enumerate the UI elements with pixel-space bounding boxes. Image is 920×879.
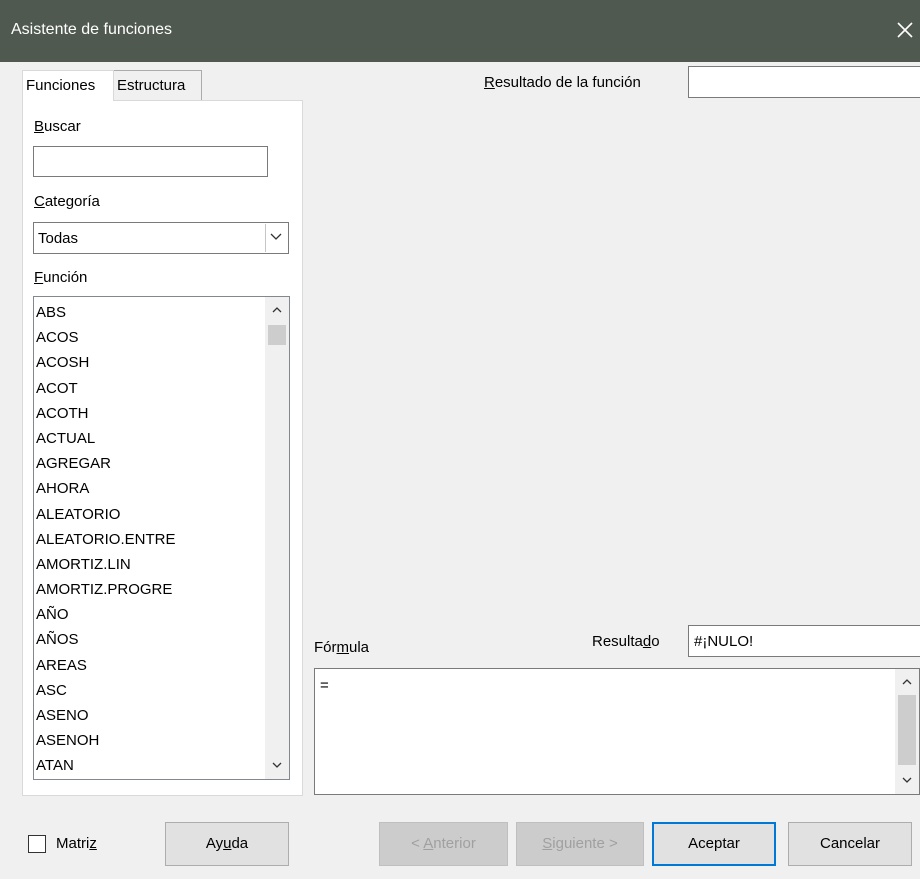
function-list-item[interactable]: ALEATORIO.ENTRE [36, 527, 175, 552]
tab-estructura[interactable]: Estructura [113, 70, 202, 100]
matrix-checkbox[interactable] [28, 835, 46, 853]
function-list-item[interactable]: AÑOS [36, 627, 175, 652]
scroll-up-button[interactable] [265, 300, 289, 320]
function-result-label: Resultado de la función [484, 74, 641, 91]
chevron-down-icon [902, 777, 912, 783]
cancel-button[interactable]: Cancelar [788, 822, 912, 866]
function-list-item[interactable]: ASC [36, 678, 175, 703]
ok-button[interactable]: Aceptar [652, 822, 776, 866]
function-list-item[interactable]: ATAN [36, 753, 175, 778]
function-list-item[interactable]: AHORA [36, 476, 175, 501]
window-title: Asistente de funciones [11, 21, 172, 38]
function-list-item[interactable]: AÑO [36, 602, 175, 627]
formula-scrollbar[interactable] [895, 669, 919, 794]
function-list-item[interactable]: ASENO [36, 703, 175, 728]
chevron-up-icon [272, 307, 282, 313]
help-button[interactable]: Ayuda [165, 822, 289, 866]
formula-text: = [320, 677, 329, 694]
function-list-scrollbar[interactable] [265, 297, 289, 779]
tab-label: Estructura [117, 77, 186, 94]
tab-label: Funciones [26, 77, 96, 94]
function-list-item[interactable]: ASENOH [36, 728, 175, 753]
result-label: Resultado [592, 633, 660, 650]
formula-label: Fórmula [314, 639, 370, 656]
function-list-item[interactable]: AMORTIZ.LIN [36, 552, 175, 577]
function-list-item[interactable]: AREAS [36, 653, 175, 678]
function-list: ABS ACOS ACOSH ACOT ACOTH ACTUAL AGREGAR AHORA A… [36, 300, 175, 779]
category-label: Categoría [34, 193, 100, 210]
scroll-thumb[interactable] [268, 325, 286, 345]
chevron-up-icon [902, 679, 912, 685]
function-label: Función [34, 269, 88, 286]
back-button[interactable]: < Anterior [379, 822, 508, 866]
scroll-up-button[interactable] [895, 672, 919, 692]
function-list-item[interactable]: ACOSH [36, 350, 175, 375]
tab-funciones[interactable]: Funciones [22, 70, 114, 101]
function-result-field[interactable] [688, 66, 920, 98]
title-bar: Asistente de funciones [0, 0, 920, 62]
function-list-item[interactable]: AGREGAR [36, 451, 175, 476]
function-list-item[interactable]: ACTUAL [36, 426, 175, 451]
function-list-item[interactable]: AMORTIZ.PROGRE [36, 577, 175, 602]
chevron-down-icon [272, 762, 282, 768]
category-select[interactable]: Todas [33, 222, 289, 254]
category-selected-value: Todas [38, 230, 79, 247]
next-button[interactable]: Siguiente > [516, 822, 644, 866]
scroll-down-button[interactable] [265, 756, 289, 776]
function-list-item[interactable]: ACOT [36, 376, 175, 401]
close-button[interactable] [890, 12, 920, 48]
formula-editor[interactable]: = [314, 668, 920, 795]
function-list-item[interactable]: ACOTH [36, 401, 175, 426]
result-field[interactable]: #¡NULO! [688, 625, 920, 657]
result-value: #¡NULO! [694, 633, 754, 650]
function-list-item[interactable]: ABS [36, 300, 175, 325]
close-icon [897, 22, 913, 38]
search-label: Buscar [34, 118, 81, 135]
search-input[interactable] [33, 146, 268, 177]
function-list-item[interactable]: ACOS [36, 325, 175, 350]
scroll-thumb[interactable] [898, 695, 916, 765]
matrix-label[interactable]: Matriz [56, 835, 97, 852]
chevron-down-icon [270, 233, 282, 240]
function-listbox[interactable]: ABS ACOS ACOSH ACOT ACOTH ACTUAL AGREGAR AHORA A… [33, 296, 290, 780]
function-list-item[interactable]: ALEATORIO [36, 502, 175, 527]
category-dropdown-button[interactable] [265, 224, 287, 252]
scroll-down-button[interactable] [895, 771, 919, 791]
